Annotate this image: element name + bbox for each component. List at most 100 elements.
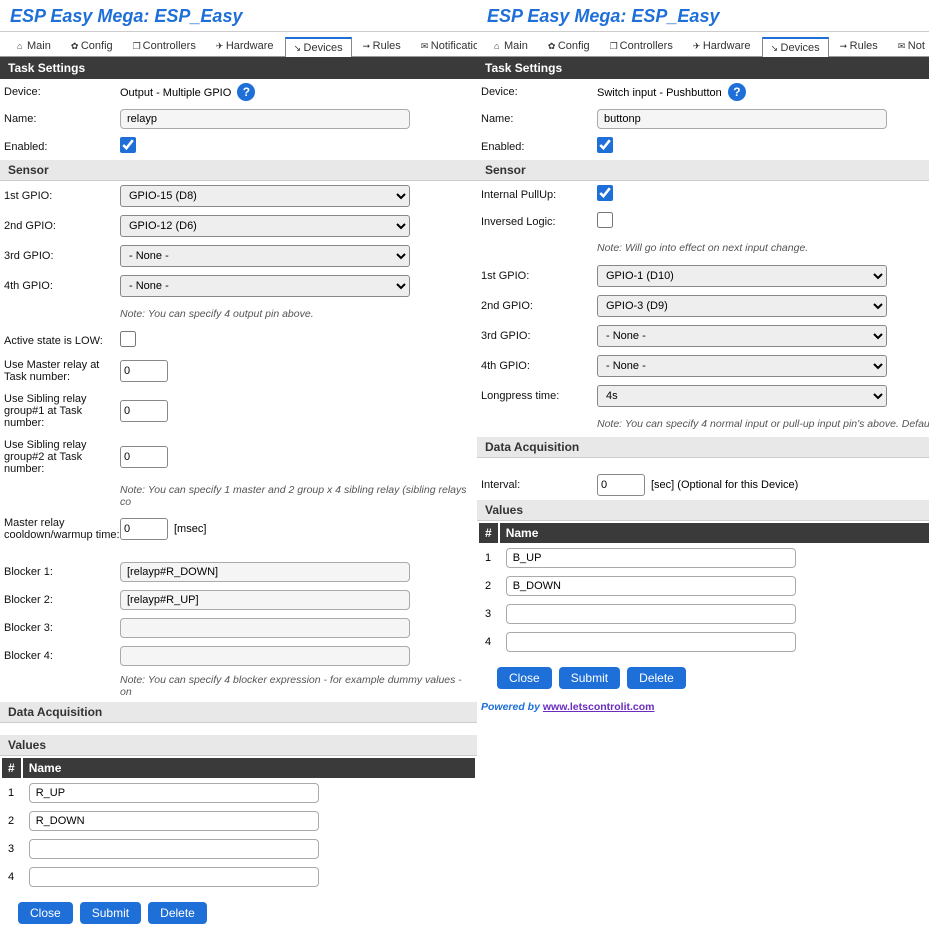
close-button[interactable]: Close — [497, 667, 552, 689]
enabled-label: Enabled: — [481, 140, 597, 154]
pullup-checkbox[interactable] — [597, 185, 613, 201]
tab-rules[interactable]: ➞Rules — [831, 36, 887, 56]
gpio-note: Note: You can specify 4 output pin above… — [120, 308, 473, 320]
value2-input[interactable] — [29, 811, 319, 831]
name-input[interactable] — [597, 109, 887, 129]
gpio3-label: 3rd GPIO: — [4, 249, 120, 263]
mail-icon: ✉ — [421, 41, 429, 49]
name-label: Name: — [4, 112, 120, 126]
gpio3-label: 3rd GPIO: — [481, 329, 597, 343]
device-label: Device: — [4, 85, 120, 99]
submit-button[interactable]: Submit — [559, 667, 620, 689]
tab-hardware[interactable]: ✈Hardware — [207, 36, 283, 56]
gear-icon: ✿ — [71, 41, 79, 49]
row-num: 2 — [479, 573, 498, 599]
gpio2-label: 2nd GPIO: — [481, 299, 597, 313]
gear-icon: ✿ — [548, 41, 556, 49]
tab-notify[interactable]: ✉Notifications — [412, 36, 477, 56]
device-icon: ↘ — [294, 43, 302, 51]
activelow-label: Active state is LOW: — [4, 334, 120, 348]
tab-main[interactable]: ⌂Main — [485, 36, 537, 56]
enabled-checkbox[interactable] — [597, 137, 613, 153]
help-icon[interactable]: ? — [728, 83, 746, 101]
gpio1-label: 1st GPIO: — [481, 269, 597, 283]
gpio3-select[interactable]: - None - — [597, 325, 887, 347]
blocker3-label: Blocker 3: — [4, 621, 120, 635]
mail-icon: ✉ — [898, 41, 906, 49]
app-title: ESP Easy Mega: ESP_Easy — [0, 0, 477, 32]
enabled-checkbox[interactable] — [120, 137, 136, 153]
tab-main[interactable]: ⌂Main — [8, 36, 60, 56]
gpio4-label: 4th GPIO: — [481, 359, 597, 373]
activelow-checkbox[interactable] — [120, 331, 136, 347]
gpio2-select[interactable]: GPIO-3 (D9) — [597, 295, 887, 317]
footer-link[interactable]: www.letscontrolit.com — [543, 701, 655, 713]
home-icon: ⌂ — [494, 41, 502, 49]
name-label: Name: — [481, 112, 597, 126]
sensor-header: Sensor — [0, 160, 477, 181]
blocker2-input[interactable] — [120, 590, 410, 610]
delete-button[interactable]: Delete — [148, 902, 207, 924]
tab-hardware[interactable]: ✈Hardware — [684, 36, 760, 56]
interval-label: Interval: — [481, 478, 597, 492]
app-title: ESP Easy Mega: ESP_Easy — [477, 0, 929, 32]
tabs-bar: ⌂Main ✿Config ❐Controllers ✈Hardware ↘De… — [0, 32, 477, 57]
submit-button[interactable]: Submit — [80, 902, 141, 924]
values-header: Values — [477, 500, 929, 521]
gpio4-select[interactable]: - None - — [120, 275, 410, 297]
pullup-label: Internal PullUp: — [481, 188, 597, 202]
left-panel: ESP Easy Mega: ESP_Easy ⌂Main ✿Config ❐C… — [0, 0, 477, 934]
value3-input[interactable] — [506, 604, 796, 624]
footer: Powered by www.letscontrolit.com — [477, 697, 929, 717]
name-input[interactable] — [120, 109, 410, 129]
master-input[interactable] — [120, 360, 168, 382]
delete-button[interactable]: Delete — [627, 667, 686, 689]
gpio4-label: 4th GPIO: — [4, 279, 120, 293]
tab-devices[interactable]: ↘Devices — [762, 37, 829, 57]
sibling-note: Note: You can specify 1 master and 2 gro… — [120, 484, 473, 508]
device-value: Output - Multiple GPIO — [120, 87, 231, 99]
close-button[interactable]: Close — [18, 902, 73, 924]
task-settings-header: Task Settings — [0, 57, 477, 79]
sib1-label: Use Sibling relay group#1 at Task number… — [4, 392, 120, 430]
inverse-note: Note: Will go into effect on next input … — [597, 242, 929, 254]
gpio2-select[interactable]: GPIO-12 (D6) — [120, 215, 410, 237]
blocker3-input[interactable] — [120, 618, 410, 638]
gpio1-select[interactable]: GPIO-15 (D8) — [120, 185, 410, 207]
value4-input[interactable] — [506, 632, 796, 652]
blocker1-input[interactable] — [120, 562, 410, 582]
value1-input[interactable] — [29, 783, 319, 803]
gpio-note: Note: You can specify 4 normal input or … — [597, 418, 929, 430]
gpio1-select[interactable]: GPIO-1 (D10) — [597, 265, 887, 287]
data-acq-header: Data Acquisition — [477, 437, 929, 458]
pin-icon: ✈ — [693, 41, 701, 49]
device-value: Switch input - Pushbutton — [597, 87, 722, 99]
gpio3-select[interactable]: - None - — [120, 245, 410, 267]
tab-config[interactable]: ✿Config — [539, 36, 599, 56]
inverse-checkbox[interactable] — [597, 212, 613, 228]
inverse-label: Inversed Logic: — [481, 215, 597, 229]
gpio4-select[interactable]: - None - — [597, 355, 887, 377]
tab-rules[interactable]: ➞Rules — [354, 36, 410, 56]
tab-devices[interactable]: ↘Devices — [285, 37, 352, 57]
values-table: #Name 1 2 3 4 — [0, 756, 477, 892]
tab-notify[interactable]: ✉Not — [889, 36, 929, 56]
sib1-input[interactable] — [120, 400, 168, 422]
tab-controllers[interactable]: ❐Controllers — [124, 36, 205, 56]
value2-input[interactable] — [506, 576, 796, 596]
interval-input[interactable] — [597, 474, 645, 496]
tab-config[interactable]: ✿Config — [62, 36, 122, 56]
value1-input[interactable] — [506, 548, 796, 568]
gpio2-label: 2nd GPIO: — [4, 219, 120, 233]
blocker-note: Note: You can specify 4 blocker expressi… — [120, 674, 473, 698]
help-icon[interactable]: ? — [237, 83, 255, 101]
cooldown-input[interactable] — [120, 518, 168, 540]
row-num: 1 — [2, 780, 21, 806]
tab-controllers[interactable]: ❐Controllers — [601, 36, 682, 56]
longpress-select[interactable]: 4s — [597, 385, 887, 407]
blocker4-input[interactable] — [120, 646, 410, 666]
value4-input[interactable] — [29, 867, 319, 887]
value3-input[interactable] — [29, 839, 319, 859]
col-num: # — [2, 758, 21, 778]
sib2-input[interactable] — [120, 446, 168, 468]
